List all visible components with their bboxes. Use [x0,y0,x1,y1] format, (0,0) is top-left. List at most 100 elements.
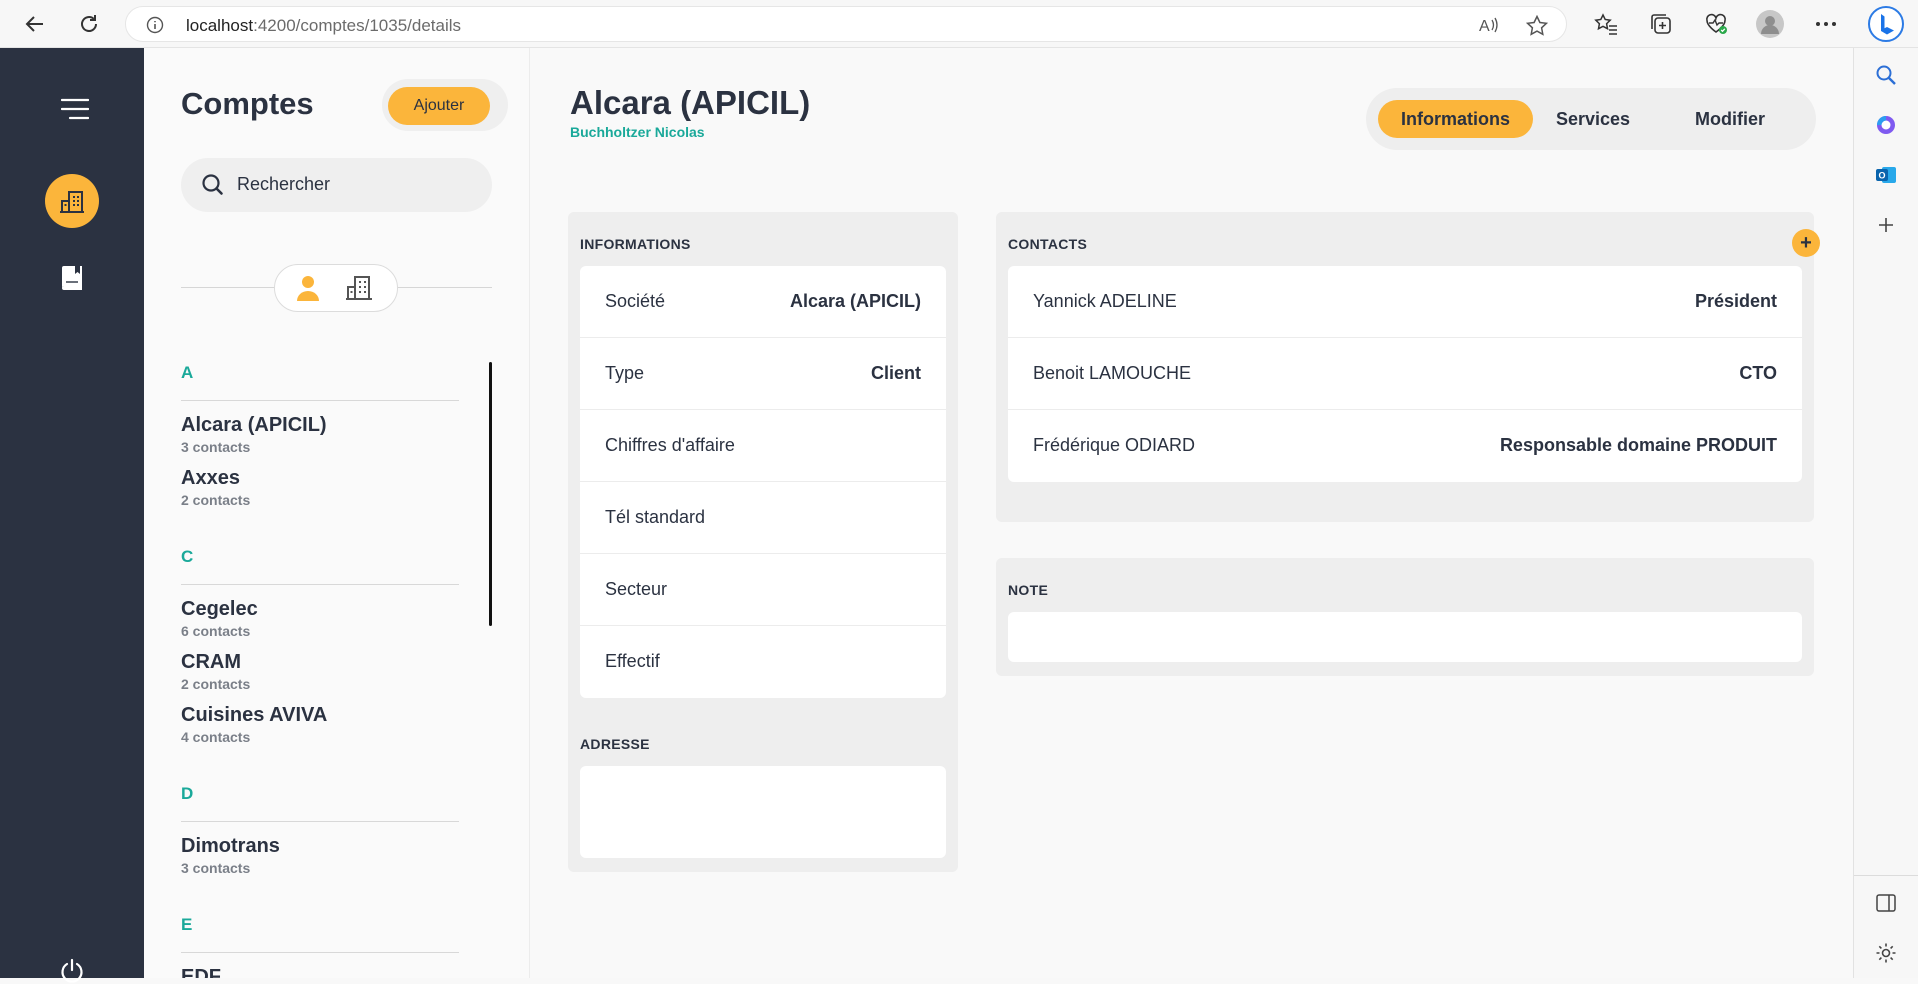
adresse-heading: ADRESSE [580,736,650,752]
more-icon[interactable] [1810,8,1842,40]
contact-row[interactable]: Benoit LAMOUCHE CTO [1008,338,1802,410]
plus-icon: + [1800,232,1812,254]
settings-icon[interactable] [1871,938,1901,968]
menu-icon[interactable] [61,98,89,120]
tab-services[interactable]: Services [1538,100,1648,138]
list-item[interactable]: Cuisines AVIVA 4 contacts [181,704,327,745]
list-item[interactable]: Axxes 2 contacts [181,467,250,508]
info-row: Effectif [580,626,946,698]
info-label: Tél standard [605,507,706,527]
page-title: Alcara (APICIL) [570,84,811,121]
tab-informations[interactable]: Informations [1378,100,1533,138]
group-divider [181,821,459,822]
contact-role: Responsable domaine PRODUIT [1499,435,1777,455]
contact-row[interactable]: Frédérique ODIARD Responsable domaine PR… [1008,410,1802,482]
accounts-list-panel: Comptes Ajouter Rechercher A Alcara (API… [144,48,530,978]
contact-row[interactable]: Yannick ADELINE Président [1008,266,1802,338]
health-icon[interactable] [1700,8,1732,40]
list-title: Comptes [181,86,314,121]
info-label: Effectif [605,651,660,671]
list-item[interactable]: CRAM 2 contacts [181,651,250,692]
group-divider [181,952,459,953]
info-label: Société [605,291,666,311]
list-scrollbar[interactable] [489,362,492,626]
account-name: Axxes [181,467,240,489]
favorites-icon[interactable] [1590,8,1622,40]
search-placeholder: Rechercher [237,174,331,194]
group-divider [181,584,459,585]
search-icon [201,173,225,197]
account-detail: Alcara (APICIL) Buchholtzer Nicolas Info… [530,48,1853,978]
search-field[interactable]: Rechercher [181,158,492,212]
copilot-icon[interactable] [1871,110,1901,140]
note-box[interactable] [1008,612,1802,662]
view-toggle[interactable] [274,264,398,312]
contact-role: CTO [1739,363,1777,383]
read-aloud-icon[interactable]: A [1478,15,1500,35]
add-contact-button[interactable]: + [1792,229,1820,257]
note-heading: NOTE [1008,582,1049,598]
account-owner[interactable]: Buchholtzer Nicolas [570,124,705,140]
account-name: Cegelec [181,598,258,620]
profile-icon[interactable] [1754,8,1786,40]
group-letter: E [181,915,193,934]
bing-icon[interactable] [1868,6,1904,42]
url-host: localhost [186,16,254,35]
note-card: NOTE [996,558,1814,676]
star-icon[interactable] [1526,15,1548,36]
outlook-icon[interactable]: O [1871,160,1901,190]
collections-icon[interactable] [1645,8,1677,40]
group-letter: A [181,363,194,382]
browser-toolbar: localhost:4200/comptes/1035/details A [0,0,1918,48]
list-item[interactable]: EDF [181,966,221,978]
account-contact-count: 2 contacts [181,676,251,692]
search-icon[interactable] [1871,60,1901,90]
rail-divider [1854,875,1918,876]
group-letter: D [181,784,194,803]
account-name: Dimotrans [181,835,280,857]
url-text[interactable]: localhost:4200/comptes/1035/details [186,16,461,36]
info-row: Tél standard [580,482,946,554]
contact-role: Président [1694,291,1777,311]
contact-name: Frédérique ODIARD [1033,435,1196,455]
add-account-button[interactable]: Ajouter [388,87,490,125]
app-nav-rail [0,48,144,983]
list-item[interactable]: Alcara (APICIL) 3 contacts [181,414,327,455]
address-bar[interactable]: localhost:4200/comptes/1035/details A [125,6,1567,42]
info-row: Type Client [580,338,946,410]
back-icon[interactable] [19,8,51,40]
info-value: Client [870,363,921,383]
book-icon[interactable] [60,265,84,291]
sidebar-toggle-icon[interactable] [1871,888,1901,918]
account-contact-count: 6 contacts [181,623,251,639]
info-label: Type [605,363,645,383]
accounts-icon [59,188,85,214]
list-item[interactable]: Cegelec 6 contacts [181,598,258,639]
adresse-box [580,766,946,858]
account-contact-count: 3 contacts [181,860,251,876]
tab-modifier[interactable]: Modifier [1656,100,1804,138]
info-value: Alcara (APICIL) [789,291,921,311]
informations-list: Société Alcara (APICIL) Type Client Chif… [580,266,946,698]
nav-accounts-button[interactable] [45,174,99,228]
svg-text:A: A [1479,18,1490,35]
contacts-heading: CONTACTS [1008,236,1088,252]
list-item[interactable]: Dimotrans 3 contacts [181,835,280,876]
info-label: Secteur [605,579,668,599]
power-icon[interactable] [60,958,84,984]
tab-bar: Informations Services Modifier [1366,88,1816,150]
group-letter: C [181,547,194,566]
person-icon[interactable] [295,274,321,302]
edge-sidebar: O [1853,48,1918,978]
account-name: Alcara (APICIL) [181,414,327,436]
reload-icon[interactable] [73,8,105,40]
info-icon[interactable] [146,16,164,34]
group-divider [181,400,459,401]
svg-text:O: O [1879,171,1886,181]
plus-icon[interactable] [1871,210,1901,240]
informations-card: INFORMATIONS Société Alcara (APICIL) Typ… [568,212,958,872]
account-name: EDF [181,966,221,978]
add-button-container: Ajouter [382,79,508,131]
building-icon[interactable] [345,273,373,301]
account-contact-count: 4 contacts [181,729,251,745]
